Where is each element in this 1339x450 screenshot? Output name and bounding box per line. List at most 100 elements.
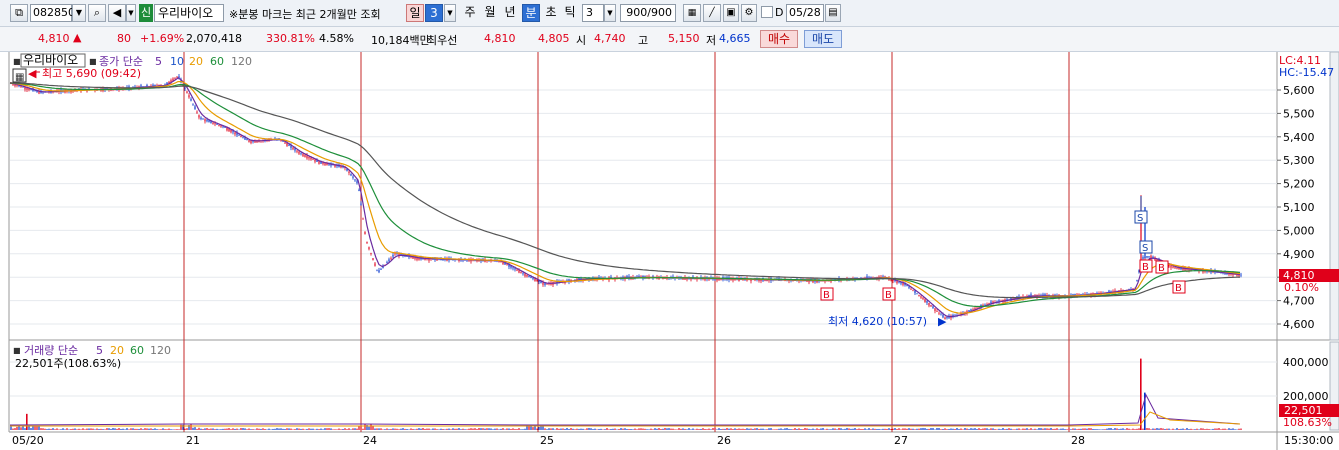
volume-bar bbox=[1066, 429, 1068, 430]
stock-code-input[interactable]: 082850 bbox=[30, 4, 75, 22]
volume-bar bbox=[1000, 429, 1002, 430]
volume-bar bbox=[450, 429, 452, 430]
volume-bar bbox=[902, 428, 904, 430]
bid-price: 4,805 bbox=[538, 32, 570, 45]
legend-ma-5: 5 bbox=[155, 55, 162, 68]
legend-ma-10: 10 bbox=[170, 55, 184, 68]
volume-bar bbox=[332, 429, 334, 430]
volume-bar bbox=[598, 429, 600, 430]
tab-year[interactable]: 년 bbox=[501, 4, 519, 22]
candle-body bbox=[530, 277, 532, 278]
speaker-dropdown-icon[interactable]: ▼ bbox=[126, 4, 136, 22]
candle-body bbox=[214, 123, 216, 125]
volume-bar bbox=[890, 428, 892, 430]
volume-bar bbox=[1238, 428, 1240, 430]
volume-bar bbox=[242, 428, 244, 430]
volume-bar bbox=[870, 429, 872, 430]
day-count-dropdown-icon[interactable]: ▼ bbox=[444, 4, 456, 22]
price-chart[interactable]: 5,600 5,500 5,400 5,300 5,200 5,100 5,000 4,900… bbox=[0, 52, 1339, 450]
candle-body bbox=[176, 76, 178, 78]
date-input[interactable]: 05/28 bbox=[786, 4, 824, 22]
volume-bar bbox=[486, 428, 488, 430]
volume-bar bbox=[702, 428, 704, 430]
tab-week[interactable]: 주 bbox=[461, 4, 479, 22]
svg-text:B: B bbox=[1158, 263, 1165, 274]
candle-body bbox=[356, 181, 358, 183]
volume-bar bbox=[184, 428, 186, 430]
volume-bar bbox=[300, 428, 302, 430]
buy-marker-2[interactable]: B bbox=[882, 287, 896, 301]
volume-bar bbox=[28, 425, 30, 430]
window-link-icon[interactable]: ⧉ bbox=[10, 4, 28, 22]
volume-bar bbox=[72, 428, 74, 430]
candle-body bbox=[918, 295, 920, 296]
volume-bar bbox=[1022, 428, 1024, 430]
speaker-icon[interactable]: ◀ bbox=[108, 4, 126, 22]
sell-marker-2[interactable]: S bbox=[1139, 240, 1153, 254]
volume-bar bbox=[446, 428, 448, 430]
candle-body bbox=[1240, 274, 1242, 276]
volume-bar bbox=[682, 428, 684, 430]
tab-day[interactable]: 일 bbox=[406, 4, 424, 22]
volume-bar bbox=[544, 428, 546, 430]
volume-bar bbox=[310, 428, 312, 430]
tab-second[interactable]: 초 bbox=[542, 4, 560, 22]
tab-minute[interactable]: 분 bbox=[522, 4, 540, 22]
volume-bar bbox=[66, 428, 68, 430]
stock-code-dropdown-icon[interactable]: ▼ bbox=[72, 4, 86, 22]
volume-bar bbox=[214, 429, 216, 430]
interval-dropdown-icon[interactable]: ▼ bbox=[604, 4, 616, 22]
volume-bar bbox=[92, 428, 94, 430]
tab-day-count[interactable]: 3 bbox=[425, 4, 443, 22]
volume-bar bbox=[666, 428, 668, 430]
volume-bar bbox=[832, 428, 834, 430]
volume-bar bbox=[954, 428, 956, 430]
stock-name-field[interactable]: 우리바이오 bbox=[154, 4, 224, 22]
volume-bar bbox=[1024, 428, 1026, 430]
volume-bar bbox=[862, 429, 864, 430]
max-arrow-icon: ◀ bbox=[28, 67, 37, 80]
interval-input[interactable]: 3 bbox=[582, 4, 604, 22]
buy-button[interactable]: 매수 bbox=[760, 30, 798, 48]
volume-bar bbox=[426, 428, 428, 430]
candle-body bbox=[376, 269, 378, 271]
buy-marker-4[interactable]: B bbox=[1155, 260, 1169, 274]
calendar-icon[interactable]: ▤ bbox=[825, 4, 841, 22]
candle-body bbox=[1174, 267, 1176, 269]
candle-body bbox=[366, 241, 368, 244]
count-input[interactable]: 900/900 bbox=[620, 4, 676, 22]
volume-bar bbox=[1038, 428, 1040, 430]
volume-bar bbox=[1052, 428, 1054, 430]
tab-tick[interactable]: 틱 bbox=[561, 4, 579, 22]
volume-bar bbox=[114, 428, 116, 430]
turnover-rate: 4.58% bbox=[319, 32, 354, 45]
volume-bar bbox=[996, 429, 998, 430]
search-icon[interactable]: ⌕ bbox=[88, 4, 106, 22]
volume-bar bbox=[398, 429, 400, 430]
volume-bar bbox=[1236, 429, 1238, 430]
chart-grid-glyph-icon: ▦ bbox=[15, 72, 24, 83]
buy-marker-5[interactable]: B bbox=[1172, 280, 1186, 294]
volume-bar bbox=[742, 428, 744, 430]
volume-bar bbox=[166, 429, 168, 430]
volume-bar bbox=[512, 428, 514, 430]
draw-line-icon[interactable]: ╱ bbox=[703, 4, 721, 22]
candle-body bbox=[368, 247, 370, 250]
volume-bar bbox=[462, 428, 464, 430]
volume-bar bbox=[906, 428, 908, 430]
candle-body bbox=[1138, 270, 1140, 273]
candle-body bbox=[512, 267, 514, 269]
volume-bar bbox=[1104, 429, 1106, 430]
tab-month[interactable]: 월 bbox=[481, 4, 499, 22]
volume-bar bbox=[392, 428, 394, 430]
buy-marker-1[interactable]: B bbox=[820, 287, 834, 301]
volume-bar bbox=[1040, 428, 1042, 430]
save-icon[interactable]: ▣ bbox=[723, 4, 739, 22]
settings-gear-icon[interactable]: ⚙ bbox=[741, 4, 757, 22]
date-checkbox[interactable] bbox=[761, 6, 773, 18]
chart-tools-icon[interactable]: ▦ bbox=[683, 4, 701, 22]
sell-button[interactable]: 매도 bbox=[804, 30, 842, 48]
volume-bar bbox=[378, 428, 380, 430]
buy-marker-3[interactable]: B bbox=[1139, 259, 1153, 273]
volume-bar bbox=[766, 429, 768, 430]
